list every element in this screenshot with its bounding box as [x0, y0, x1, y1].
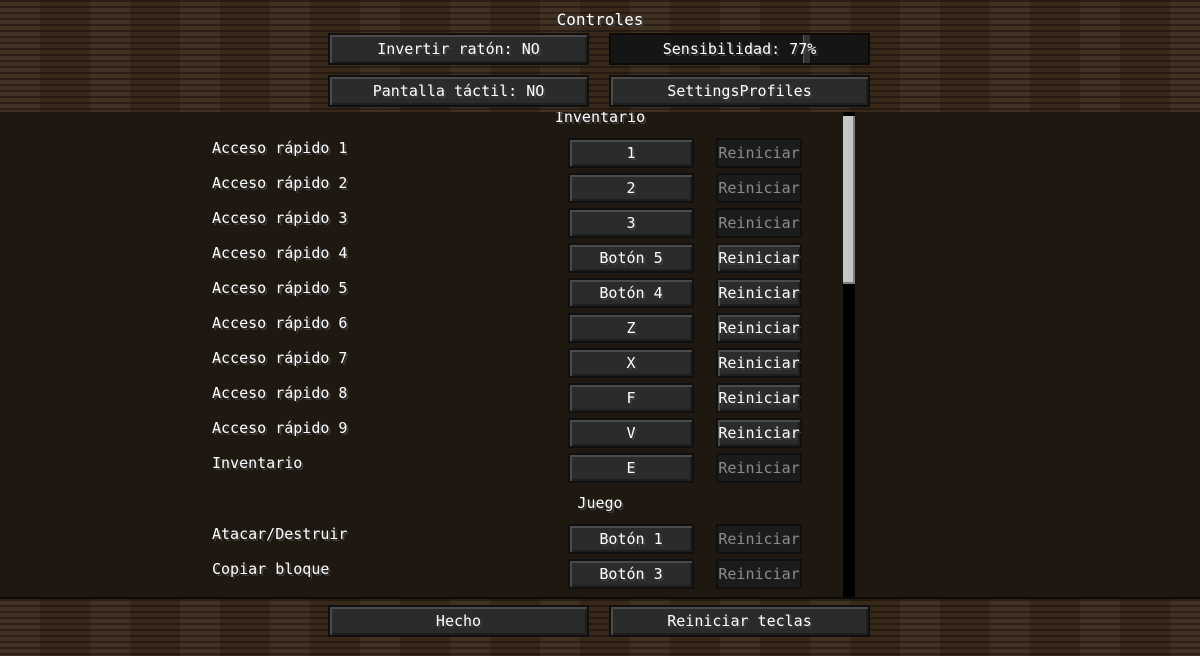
keybind-label: Inventario — [212, 454, 303, 472]
invert-mouse-button[interactable]: Invertir ratón: NO — [328, 33, 589, 65]
section-header-juego: Juego — [577, 494, 623, 512]
sensitivity-slider[interactable]: Sensibilidad: 77% — [609, 33, 870, 65]
keybind-key-button[interactable]: Z — [568, 313, 694, 343]
reset-keys-button[interactable]: Reiniciar teclas — [609, 605, 870, 637]
keybind-key-button[interactable]: 1 — [568, 138, 694, 168]
keybind-label: Acceso rápido 3 — [212, 209, 348, 227]
keybind-reset-button[interactable]: Reiniciar — [716, 524, 802, 554]
keybind-key-button[interactable]: X — [568, 348, 694, 378]
settings-profiles-button[interactable]: SettingsProfiles — [609, 75, 870, 107]
keybind-reset-button[interactable]: Reiniciar — [716, 418, 802, 448]
keybind-key-button[interactable]: E — [568, 453, 694, 483]
keybind-label: Acceso rápido 6 — [212, 314, 348, 332]
keybind-key-button[interactable]: 2 — [568, 173, 694, 203]
keybind-label: Acceso rápido 7 — [212, 349, 348, 367]
keybind-label: Atacar/Destruir — [212, 525, 348, 543]
scrollbar-track[interactable] — [843, 112, 855, 597]
keybind-label: Copiar bloque — [212, 560, 330, 578]
screen-title: Controles — [556, 10, 644, 29]
keybind-key-button[interactable]: Botón 3 — [568, 559, 694, 589]
keybind-reset-button[interactable]: Reiniciar — [716, 453, 802, 483]
keybind-key-button[interactable]: Botón 5 — [568, 243, 694, 273]
keybind-key-button[interactable]: Botón 4 — [568, 278, 694, 308]
section-header-inventario: Inventario — [554, 112, 646, 126]
keybind-reset-button[interactable]: Reiniciar — [716, 173, 802, 203]
touchscreen-button[interactable]: Pantalla táctil: NO — [328, 75, 589, 107]
keybind-label: Acceso rápido 8 — [212, 384, 348, 402]
keybind-reset-button[interactable]: Reiniciar — [716, 313, 802, 343]
keybind-reset-button[interactable]: Reiniciar — [716, 348, 802, 378]
keybind-key-button[interactable]: Botón 1 — [568, 524, 694, 554]
sensitivity-label: Sensibilidad: 77% — [662, 40, 817, 58]
scrollbar-thumb[interactable] — [843, 116, 855, 284]
keybind-key-button[interactable]: 3 — [568, 208, 694, 238]
keybind-list[interactable]: Inventario Acceso rápido 1 1 Reiniciar Acce… — [0, 112, 1200, 597]
keybind-label: Acceso rápido 5 — [212, 279, 348, 297]
keybind-reset-button[interactable]: Reiniciar — [716, 208, 802, 238]
keybind-reset-button[interactable]: Reiniciar — [716, 243, 802, 273]
keybind-label: Acceso rápido 2 — [212, 174, 348, 192]
keybind-key-button[interactable]: V — [568, 418, 694, 448]
keybind-label: Acceso rápido 1 — [212, 139, 348, 157]
keybind-reset-button[interactable]: Reiniciar — [716, 559, 802, 589]
keybind-label: Acceso rápido 4 — [212, 244, 348, 262]
keybind-reset-button[interactable]: Reiniciar — [716, 138, 802, 168]
keybind-reset-button[interactable]: Reiniciar — [716, 278, 802, 308]
footer-background — [0, 597, 1200, 656]
done-button[interactable]: Hecho — [328, 605, 589, 637]
keybind-label: Acceso rápido 9 — [212, 419, 348, 437]
keybind-reset-button[interactable]: Reiniciar — [716, 383, 802, 413]
keybind-key-button[interactable]: F — [568, 383, 694, 413]
